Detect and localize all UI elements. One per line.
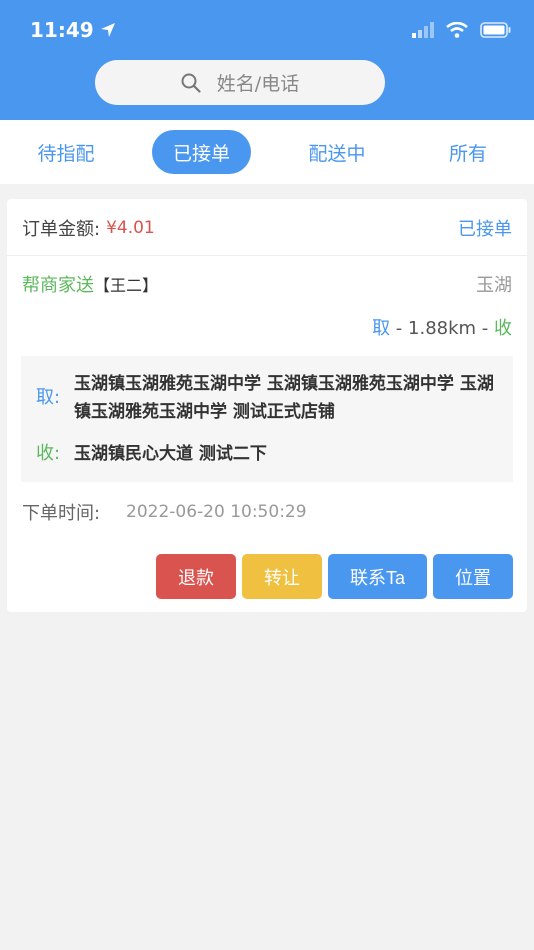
action-buttons: 退款 转让 联系Ta 位置 — [156, 554, 513, 599]
distance-info: 取 - 1.88km - 收 — [372, 314, 512, 340]
tab-delivering[interactable]: 配送中 — [293, 130, 381, 174]
transfer-button[interactable]: 转让 — [242, 554, 322, 599]
search-input[interactable]: 姓名/电话 — [95, 60, 385, 105]
time-label: 下单时间: — [22, 503, 101, 524]
receive-row: 收: 玉湖镇民心大道 测试二下 — [36, 440, 494, 468]
tab-all[interactable]: 所有 — [428, 130, 508, 174]
distance-pick: 取 — [372, 318, 391, 339]
distance-value: - 1.88km - — [390, 318, 494, 339]
refund-button[interactable]: 退款 — [156, 554, 236, 599]
battery-icon — [480, 22, 511, 38]
order-type: 帮商家送 — [22, 275, 94, 296]
divider — [7, 255, 527, 256]
pickup-address: 玉湖镇玉湖雅苑玉湖中学 玉湖镇玉湖雅苑玉湖中学 玉湖镇玉湖雅苑玉湖中学 测试正式… — [74, 374, 494, 422]
signal-icon — [412, 22, 434, 38]
order-type-row: 帮商家送【王二】 玉湖 — [22, 271, 512, 297]
receive-address: 玉湖镇民心大道 测试二下 — [74, 444, 267, 464]
pickup-row: 取: 玉湖镇玉湖雅苑玉湖中学 玉湖镇玉湖雅苑玉湖中学 玉湖镇玉湖雅苑玉湖中学 测… — [36, 370, 494, 426]
location-button[interactable]: 位置 — [433, 554, 513, 599]
tab-pending[interactable]: 待指配 — [22, 130, 110, 174]
search-icon — [181, 73, 201, 93]
order-amount-row: 订单金额: ¥4.01 已接单 — [22, 215, 512, 241]
distance-recv: 收 — [494, 318, 512, 339]
status-bar-time: 11:49 — [30, 18, 116, 42]
status-bar-icons — [412, 22, 512, 38]
search-placeholder: 姓名/电话 — [216, 73, 300, 95]
location-arrow-icon — [100, 23, 115, 37]
rider-name: 【王二】 — [94, 276, 159, 295]
amount-label: 订单金额: — [22, 219, 101, 240]
order-status: 已接单 — [458, 219, 512, 240]
tab-accepted[interactable]: 已接单 — [152, 130, 251, 174]
order-area: 玉湖 — [476, 275, 512, 296]
time-text: 11:49 — [30, 18, 94, 42]
receive-tag: 收: — [36, 443, 61, 464]
contact-button[interactable]: 联系Ta — [328, 554, 427, 599]
tab-bar: 待指配 已接单 配送中 所有 — [0, 120, 534, 184]
wifi-icon — [446, 22, 468, 38]
pickup-tag: 取: — [36, 387, 61, 408]
header: 11:49 姓名/电话 — [0, 0, 534, 120]
order-card[interactable]: 订单金额: ¥4.01 已接单 帮商家送【王二】 玉湖 取 - 1.88km -… — [7, 199, 527, 612]
order-time-row: 下单时间: 2022-06-20 10:50:29 — [22, 499, 307, 525]
time-value: 2022-06-20 10:50:29 — [126, 502, 307, 522]
address-box: 取: 玉湖镇玉湖雅苑玉湖中学 玉湖镇玉湖雅苑玉湖中学 玉湖镇玉湖雅苑玉湖中学 测… — [21, 356, 513, 482]
amount-value: ¥4.01 — [106, 218, 155, 238]
